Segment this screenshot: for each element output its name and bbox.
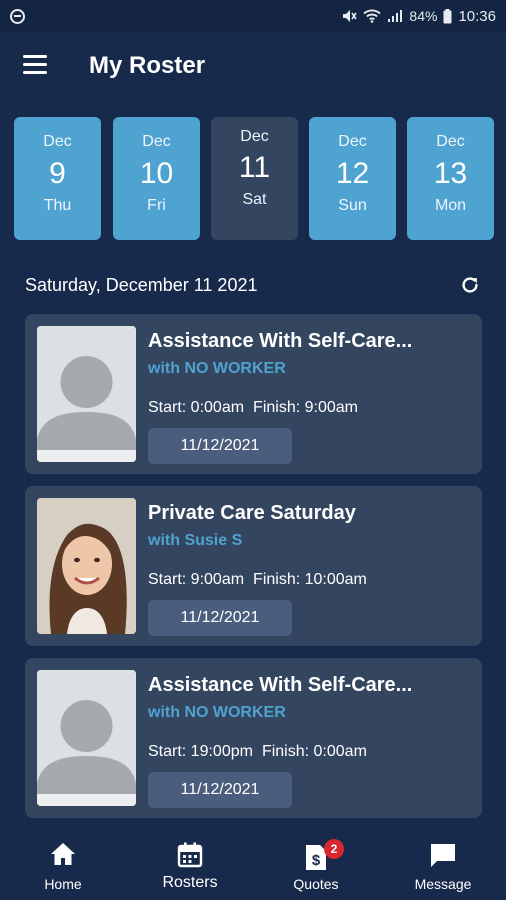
date-weekday: Sat [242,191,267,208]
signal-icon [388,10,403,22]
clock: 10:36 [458,7,496,25]
nav-message-label: Message [414,876,472,892]
nav-message[interactable]: Message [380,826,506,900]
shift-card[interactable]: Private Care Saturday with Susie S Start… [25,486,482,646]
shift-worker: with NO WORKER [148,360,286,377]
shift-title: Assistance With Self-Care... [148,330,413,352]
worker-photo-icon [37,498,136,634]
date-day: 13 [433,157,468,190]
shift-title: Assistance With Self-Care... [148,674,413,696]
shift-date-pill: 11/12/2021 [148,428,292,464]
person-placeholder-icon [37,326,136,462]
person-placeholder-icon [37,670,136,806]
nav-quotes[interactable]: $ 2 Quotes [253,826,379,900]
message-icon [431,844,455,867]
shift-times: Start: 0:00am Finish: 9:00am [148,399,358,417]
date-card-dec-13[interactable]: Dec 13 Mon [407,117,494,240]
wifi-icon [363,9,382,23]
shift-finish: Finish: 0:00am [261,743,367,760]
nav-home[interactable]: Home [0,826,126,900]
selected-date-heading: Saturday, December 11 2021 [25,275,258,295]
battery-percent: 84% [409,8,438,24]
date-weekday: Mon [434,197,467,214]
nav-rosters[interactable]: Rosters [127,826,253,900]
calendar-icon [177,842,203,868]
date-day: 10 [139,157,174,190]
date-card-dec-12[interactable]: Dec 12 Sun [309,117,396,240]
date-day: 9 [49,157,66,190]
date-selector: Dec 9 Thu Dec 10 Fri Dec 11 Sat Dec 12 S… [14,117,494,241]
shift-times: Start: 19:00pm Finish: 0:00am [148,743,367,761]
shift-card[interactable]: Assistance With Self-Care... with NO WOR… [25,658,482,818]
avatar-photo [37,498,136,634]
date-month: Dec [142,133,171,150]
hamburger-menu-icon[interactable] [23,55,47,75]
shift-worker: with NO WORKER [148,704,286,721]
shift-finish: Finish: 9:00am [253,399,358,416]
mute-icon [343,10,358,22]
battery-icon [443,8,452,23]
date-month: Dec [436,133,465,150]
app-bar: My Roster [0,32,506,100]
date-day: 12 [335,157,370,190]
nav-rosters-label: Rosters [162,874,218,891]
date-weekday: Thu [43,197,72,214]
date-month: Dec [43,133,72,150]
refresh-icon[interactable] [459,274,481,296]
nav-home-label: Home [44,876,82,892]
shift-start: Start: 0:00am [148,399,245,416]
date-month: Dec [338,133,367,150]
status-bar: 84% 10:36 [0,0,506,32]
avatar-placeholder [37,670,136,806]
shift-times: Start: 9:00am Finish: 10:00am [148,571,367,589]
home-icon [51,843,75,865]
date-day: 11 [238,151,271,184]
shift-card[interactable]: Assistance With Self-Care... with NO WOR… [25,314,482,474]
date-weekday: Sun [338,197,367,214]
shift-title: Private Care Saturday [148,502,356,524]
shift-date-pill: 11/12/2021 [148,600,292,636]
svg-text:$: $ [312,852,321,869]
shift-start: Start: 19:00pm [148,743,253,760]
avatar-placeholder [37,326,136,462]
shift-start: Start: 9:00am [148,571,245,588]
nav-quotes-label: Quotes [293,876,339,892]
quotes-badge: 2 [324,839,344,859]
bottom-navigation: Home Rosters $ 2 Quotes Message [0,826,506,900]
shift-finish: Finish: 10:00am [253,571,367,588]
do-not-disturb-icon [10,8,25,24]
date-card-dec-11[interactable]: Dec 11 Sat [211,117,298,240]
shift-date-pill: 11/12/2021 [148,772,292,808]
page-title: My Roster [89,52,206,79]
date-card-dec-10[interactable]: Dec 10 Fri [113,117,200,240]
date-weekday: Fri [147,197,166,214]
date-month: Dec [240,128,269,145]
date-card-dec-9[interactable]: Dec 9 Thu [14,117,101,240]
shift-worker: with Susie S [148,532,243,549]
